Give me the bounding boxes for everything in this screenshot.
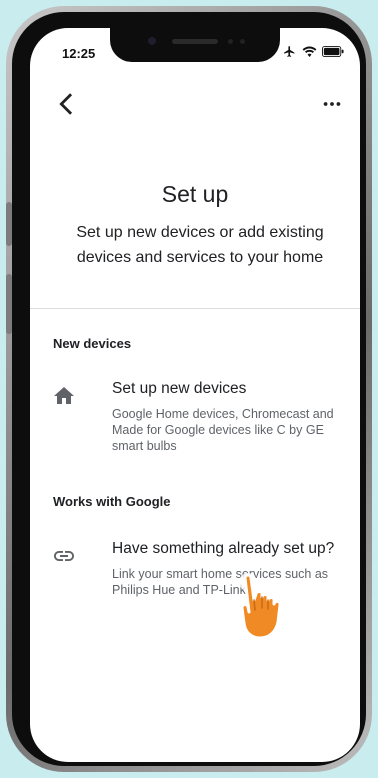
front-camera	[148, 37, 156, 45]
chevron-left-icon	[59, 93, 73, 115]
section-heading-new-devices: New devices	[53, 336, 132, 351]
more-options-button[interactable]	[318, 90, 346, 118]
link-icon	[54, 551, 74, 561]
more-horizontal-icon	[323, 102, 341, 106]
wifi-icon	[302, 46, 317, 57]
header-divider	[30, 308, 360, 309]
earpiece-speaker	[172, 39, 218, 44]
ambient-sensor	[240, 39, 245, 44]
phone-notch	[110, 28, 280, 62]
battery-icon	[322, 46, 344, 57]
page-title: Set up	[161, 181, 229, 207]
phone-frame: 12:25 Set up Set up new devices or add e…	[6, 6, 372, 772]
back-button[interactable]	[52, 90, 80, 118]
app-screen: 12:25 Set up Set up new devices or add e…	[30, 28, 360, 762]
link-existing-services-label: Have something already set up?	[112, 540, 335, 557]
link-existing-services-item[interactable]: Have something already set up? Link your…	[30, 538, 360, 608]
tap-hand-icon	[239, 573, 282, 640]
set-up-new-devices-label: Set up new devices	[112, 380, 247, 397]
home-icon	[54, 387, 74, 404]
proximity-sensor	[228, 39, 233, 44]
section-heading-works-with-google: Works with Google	[53, 494, 171, 509]
airplane-mode-icon	[284, 46, 295, 57]
set-up-new-devices-description: Google Home devices, Chromecast and Made…	[112, 407, 334, 453]
page-subtitle: Set up new devices or add existing devic…	[76, 224, 324, 266]
set-up-new-devices-item[interactable]: Set up new devices Google Home devices, …	[30, 378, 360, 462]
status-time: 12:25	[62, 46, 96, 61]
status-icons	[282, 45, 344, 58]
top-app-bar	[30, 84, 360, 124]
